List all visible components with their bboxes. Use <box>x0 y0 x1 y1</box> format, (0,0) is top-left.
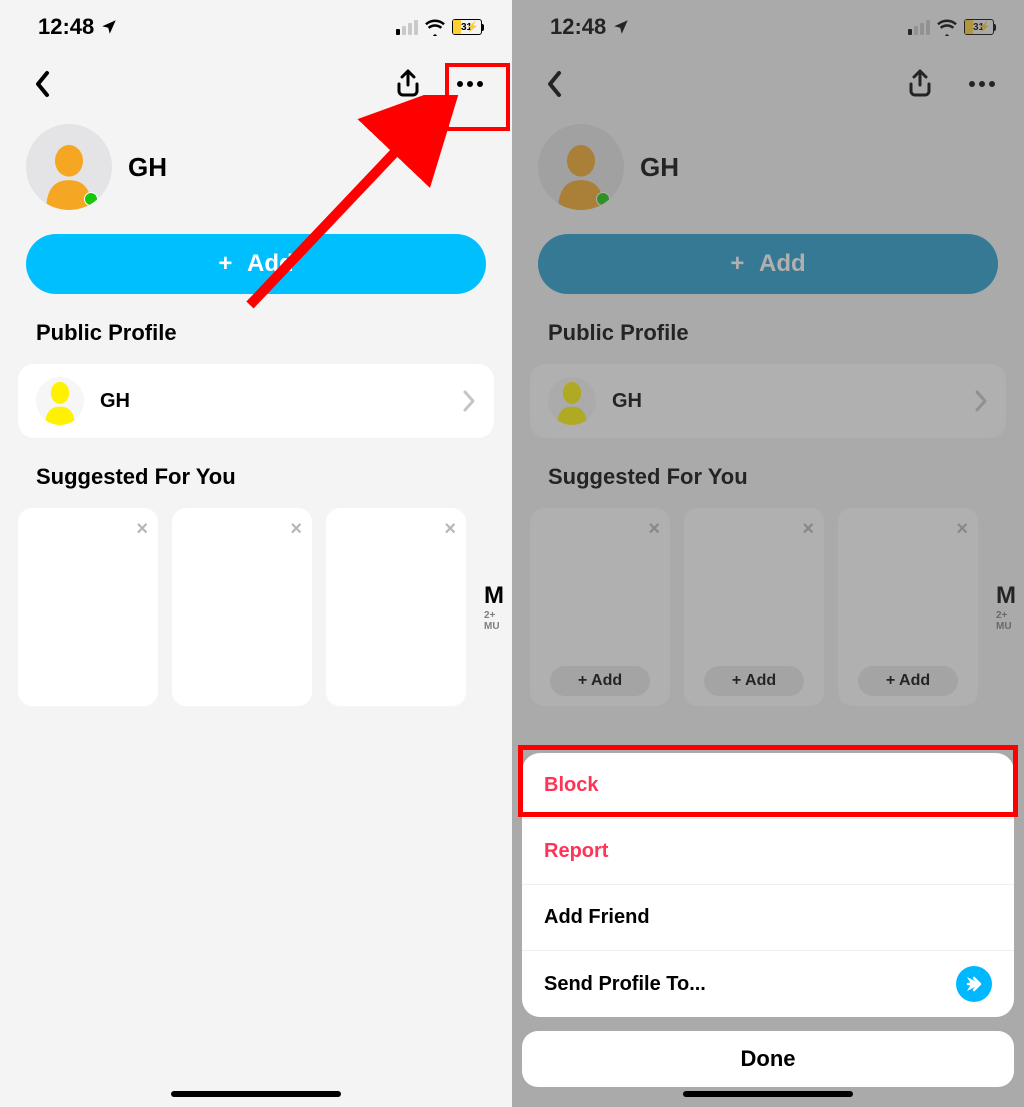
block-row[interactable]: Block <box>522 753 1014 819</box>
profile-name: GH <box>640 152 679 183</box>
suggested-title: Suggested For You <box>512 438 1024 500</box>
close-icon: × <box>648 518 660 541</box>
suggested-row: × + Add × + Add × + Add M 2+ MU <box>512 500 1024 706</box>
top-nav <box>512 54 1024 114</box>
avatar-small <box>548 377 596 425</box>
suggested-title: Suggested For You <box>0 438 512 500</box>
suggestion-card: × + Add <box>684 508 824 706</box>
send-icon[interactable] <box>956 966 992 1002</box>
chevron-right-icon <box>974 389 988 413</box>
screen-right: 12:48 31⚡ GH + A <box>512 0 1024 1107</box>
profile-name: GH <box>128 152 167 183</box>
location-icon <box>100 18 118 36</box>
close-icon[interactable]: × <box>136 518 148 541</box>
suggestion-card[interactable]: × <box>172 508 312 706</box>
signal-icon <box>396 20 418 35</box>
chevron-right-icon <box>462 389 476 413</box>
add-pill: + Add <box>858 666 958 696</box>
add-pill: + Add <box>550 666 650 696</box>
signal-icon <box>908 20 930 35</box>
home-indicator[interactable] <box>683 1091 853 1097</box>
profile-header: GH <box>512 114 1024 218</box>
public-profile-title: Public Profile <box>0 294 512 356</box>
wifi-icon <box>936 18 958 36</box>
action-sheet: Block Report Add Friend Send Profile To.… <box>522 753 1014 1017</box>
close-icon: × <box>956 518 968 541</box>
suggestion-card: × + Add <box>530 508 670 706</box>
suggestion-card[interactable]: × <box>326 508 466 706</box>
public-profile-card: GH <box>530 364 1006 438</box>
public-profile-name: GH <box>612 390 958 413</box>
status-time: 12:48 <box>38 14 94 40</box>
avatar[interactable] <box>26 124 112 210</box>
status-bar: 12:48 31⚡ <box>512 0 1024 54</box>
back-button[interactable] <box>532 62 576 106</box>
share-button[interactable] <box>386 62 430 106</box>
online-dot-icon <box>84 192 98 206</box>
add-friend-button[interactable]: + Add <box>26 234 486 294</box>
wifi-icon <box>424 18 446 36</box>
send-profile-row[interactable]: Send Profile To... <box>522 951 1014 1017</box>
status-bar: 12:48 31⚡ <box>0 0 512 54</box>
suggested-row[interactable]: × × × M 2+ MU <box>0 500 512 706</box>
public-profile-name: GH <box>100 390 446 413</box>
add-friend-row[interactable]: Add Friend <box>522 885 1014 951</box>
top-nav <box>0 54 512 114</box>
add-friend-button: + Add <box>538 234 998 294</box>
close-icon: × <box>802 518 814 541</box>
more-button[interactable] <box>960 62 1004 106</box>
suggestion-card[interactable]: × <box>18 508 158 706</box>
share-button[interactable] <box>898 62 942 106</box>
status-time: 12:48 <box>550 14 606 40</box>
add-pill: + Add <box>704 666 804 696</box>
profile-header: GH <box>0 114 512 218</box>
battery-icon: 31⚡ <box>964 19 997 35</box>
avatar <box>538 124 624 210</box>
plus-icon: + <box>730 250 744 278</box>
close-icon[interactable]: × <box>444 518 456 541</box>
screen-left: 12:48 31⚡ GH + A <box>0 0 512 1107</box>
suggestion-card-peek: M 2+ MU <box>992 508 1024 706</box>
close-icon[interactable]: × <box>290 518 302 541</box>
battery-icon: 31⚡ <box>452 19 485 35</box>
plus-icon: + <box>218 250 232 278</box>
report-row[interactable]: Report <box>522 819 1014 885</box>
suggestion-card: × + Add <box>838 508 978 706</box>
more-button[interactable] <box>448 62 492 106</box>
done-button[interactable]: Done <box>522 1031 1014 1087</box>
avatar-small <box>36 377 84 425</box>
suggestion-card-peek[interactable]: M 2+ MU <box>480 508 512 706</box>
back-button[interactable] <box>20 62 64 106</box>
public-profile-title: Public Profile <box>512 294 1024 356</box>
public-profile-card[interactable]: GH <box>18 364 494 438</box>
home-indicator[interactable] <box>171 1091 341 1097</box>
location-icon <box>612 18 630 36</box>
online-dot-icon <box>596 192 610 206</box>
